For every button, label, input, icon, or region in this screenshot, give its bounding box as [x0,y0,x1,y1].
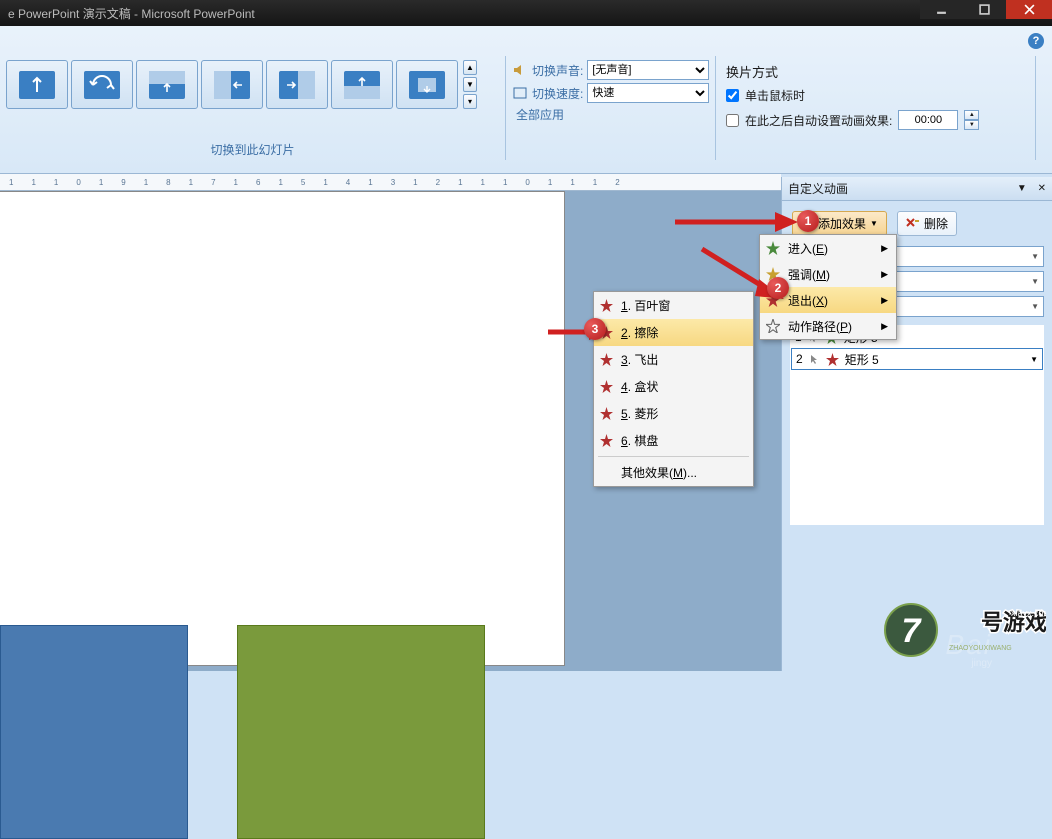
title-bar: e PowerPoint 演示文稿 - Microsoft PowerPoint [0,0,1052,26]
star-red-icon [826,353,839,366]
exit-effect-2[interactable]: 2. 擦除 [594,319,753,346]
star-red-icon [600,380,613,393]
delete-icon [906,218,920,230]
advance-slide-group: 换片方式 单击鼠标时 在此之后自动设置动画效果: ▲ ▼ [716,56,1036,160]
ribbon: ? ▲ ▼ ▾ 切换到此幻灯片 切换声音: [0,26,1052,174]
star-outline-icon [766,319,780,333]
speed-select[interactable]: 快速 [587,83,709,103]
gallery-up-button[interactable]: ▲ [463,60,477,75]
transition-thumb-2[interactable] [71,60,133,109]
speed-icon [512,85,528,101]
transition-thumb-5[interactable] [266,60,328,109]
shape-rectangle-blue[interactable] [0,625,188,839]
quick-bar: ? [0,26,1052,56]
group-label-transition: 切换到此幻灯片 [0,141,505,158]
transition-thumb-6[interactable] [331,60,393,109]
transition-sound-speed-group: 切换声音: [无声音] 切换速度: 快速 全部应用 [506,56,716,160]
star-red-icon [600,299,613,312]
animation-list: 1 矩形 5 2 矩形 5 ▼ [790,325,1044,525]
star-red-icon [600,434,613,447]
sound-select[interactable]: [无声音] [587,60,709,80]
help-icon[interactable]: ? [1028,33,1044,49]
speed-label: 切换速度: [532,85,583,102]
exit-effects-menu: 1. 百叶窗 2. 擦除 3. 飞出 4. 盒状 5. 菱形 6. 棋盘 其他效… [593,291,754,487]
advance-title: 换片方式 [726,62,1025,81]
effect-path[interactable]: 动作路径(P)▶ [760,313,896,339]
auto-after-label: 在此之后自动设置动画效果: [745,112,892,129]
shape-rectangle-green[interactable] [237,625,485,839]
auto-after-checkbox[interactable] [726,114,739,127]
panel-close-icon[interactable]: ✕ [1038,183,1046,194]
exit-effect-more[interactable]: 其他效果(M)... [594,459,753,486]
sound-label: 切换声音: [532,62,583,79]
gallery-down-button[interactable]: ▼ [463,77,477,92]
close-button[interactable] [1006,0,1052,19]
annotation-badge-3: 3 [584,318,606,340]
horizontal-ruler: 1110191817161514131211101112 [0,174,781,191]
maximize-button[interactable] [963,0,1006,19]
on-click-label: 单击鼠标时 [745,87,805,104]
transition-gallery-group: ▲ ▼ ▾ 切换到此幻灯片 [0,56,506,160]
time-up-button[interactable]: ▲ [964,110,979,120]
time-down-button[interactable]: ▼ [964,120,979,130]
star-red-icon [600,353,613,366]
mouse-icon [809,354,820,365]
transition-thumb-4[interactable] [201,60,263,109]
panel-header: 自定义动画 ▼ ✕ [782,177,1052,201]
on-click-checkbox[interactable] [726,89,739,102]
auto-after-time[interactable] [898,110,958,130]
title-text: e PowerPoint 演示文稿 - Microsoft PowerPoint [8,5,255,22]
annotation-arrow-1 [670,208,800,236]
apply-all-button[interactable]: 全部应用 [512,106,709,123]
svg-text:ZHAOYOUXIWANG: ZHAOYOUXIWANG [949,645,1012,652]
svg-text:7: 7 [902,612,923,650]
exit-effect-5[interactable]: 5. 菱形 [594,400,753,427]
gallery-scroll: ▲ ▼ ▾ [463,60,477,109]
exit-effect-3[interactable]: 3. 飞出 [594,346,753,373]
sound-icon [512,62,528,78]
transition-thumb-1[interactable] [6,60,68,109]
annotation-badge-2: 2 [767,277,789,299]
window-buttons [920,0,1052,19]
transition-thumb-7[interactable] [396,60,458,109]
minimize-button[interactable] [920,0,963,19]
site-logo: 7 号游戏 xiayx.com ZHAOYOUXIWANG [881,600,1046,665]
transition-thumb-3[interactable] [136,60,198,109]
slide-canvas[interactable] [0,191,565,666]
exit-effect-4[interactable]: 4. 盒状 [594,373,753,400]
gallery-more-button[interactable]: ▾ [463,94,477,109]
annotation-badge-1: 1 [797,210,819,232]
star-red-icon [600,407,613,420]
exit-effect-6[interactable]: 6. 棋盘 [594,427,753,454]
svg-text:xiayx.com: xiayx.com [1011,608,1046,618]
anim-item-2[interactable]: 2 矩形 5 ▼ [791,348,1043,370]
panel-menu-arrow-icon[interactable]: ▼ [1017,183,1027,194]
delete-effect-button[interactable]: 删除 [897,211,957,236]
